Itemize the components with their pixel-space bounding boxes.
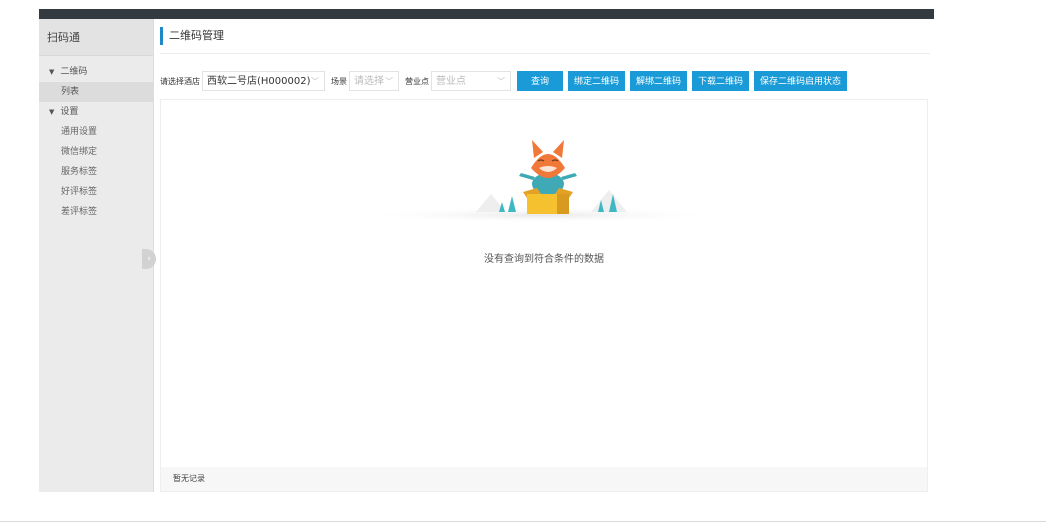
fox-ear-right <box>553 140 564 158</box>
save-qrcode-status-button[interactable]: 保存二维码启用状态 <box>754 71 848 91</box>
empty-state-illustration <box>356 140 726 223</box>
sidebar-group-label: 二维码 <box>60 67 88 77</box>
sidebar-group-settings[interactable]: ▼ 设置 <box>39 102 153 122</box>
triangle-down-icon: ▼ <box>49 68 55 76</box>
scene-label: 场景 <box>331 76 347 86</box>
divider <box>160 53 930 54</box>
top-bar <box>39 9 934 19</box>
triangle-down-icon: ▼ <box>49 108 55 116</box>
unbind-qrcode-button[interactable]: 解绑二维码 <box>630 71 688 91</box>
chevron-down-icon: ﹀ <box>497 77 505 86</box>
sidebar-item-general-settings[interactable]: 通用设置 <box>39 122 153 142</box>
app-window: 扫码通 ▼ 二维码 列表 ▼ 设置 通用设置 微信绑定 服务标签 好评标签 差评标签… <box>39 19 934 492</box>
box-front <box>527 194 557 214</box>
fox-arm-right <box>561 173 577 180</box>
page-title: 二维码管理 <box>160 27 224 45</box>
records-footer: 暂无记录 <box>161 467 927 491</box>
scene-select[interactable]: 请选择 ﹀ <box>349 71 399 91</box>
bind-qrcode-button[interactable]: 绑定二维码 <box>568 71 626 91</box>
tree-left <box>508 196 516 212</box>
sidebar-item-positive-tags[interactable]: 好评标签 <box>39 182 153 202</box>
sidebar-item-wechat-binding[interactable]: 微信绑定 <box>39 142 153 162</box>
empty-state-message: 没有查询到符合条件的数据 <box>484 254 604 265</box>
mountain-right <box>591 190 627 212</box>
fox-ear-left <box>532 140 543 158</box>
sidebar-item-list[interactable]: 列表 <box>39 82 153 102</box>
filter-bar: 请选择酒店 西软二号店(H000002) ﹀ 场景 请选择 ﹀ 营业点 营业点 … <box>160 70 848 92</box>
hotel-select-value: 西软二号店(H000002) <box>207 76 311 87</box>
fox-arm-left <box>519 173 535 180</box>
outlet-select-placeholder: 营业点 <box>436 76 466 87</box>
sidebar-title: 扫码通 <box>39 19 153 56</box>
download-qrcode-button[interactable]: 下载二维码 <box>692 71 750 91</box>
sidebar-group-qrcode[interactable]: ▼ 二维码 <box>39 62 153 82</box>
sidebar-group-label: 设置 <box>60 107 79 117</box>
chevron-down-icon: ﹀ <box>385 77 393 86</box>
box-side <box>557 194 569 214</box>
query-button[interactable]: 查询 <box>517 71 563 91</box>
results-panel: 没有查询到符合条件的数据 暂无记录 <box>160 99 928 492</box>
sidebar-item-service-tags[interactable]: 服务标签 <box>39 162 153 182</box>
chevron-down-icon: ﹀ <box>311 77 319 86</box>
sidebar-item-negative-tags[interactable]: 差评标签 <box>39 202 153 222</box>
outlet-select[interactable]: 营业点 ﹀ <box>431 71 511 91</box>
scene-select-placeholder: 请选择 <box>354 76 384 87</box>
hotel-label: 请选择酒店 <box>160 76 200 86</box>
bottom-divider <box>0 521 1046 522</box>
outlet-label: 营业点 <box>405 76 429 86</box>
main-content: 二维码管理 请选择酒店 西软二号店(H000002) ﹀ 场景 请选择 ﹀ 营业… <box>154 19 934 492</box>
sidebar: 扫码通 ▼ 二维码 列表 ▼ 设置 通用设置 微信绑定 服务标签 好评标签 差评标签 <box>39 19 154 492</box>
hotel-select[interactable]: 西软二号店(H000002) ﹀ <box>202 71 325 91</box>
